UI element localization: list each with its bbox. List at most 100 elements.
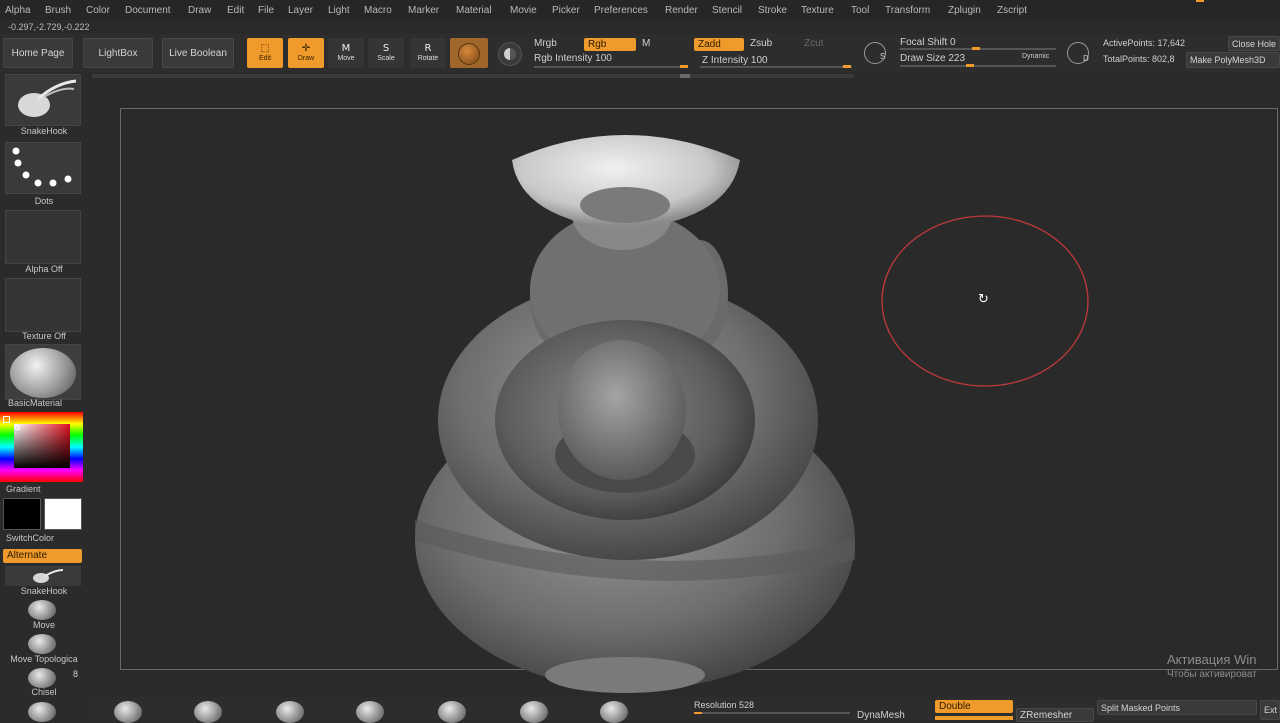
menu-zscript[interactable]: Zscript [997, 5, 1027, 16]
s-key-label: S [880, 52, 886, 61]
sculpt-model[interactable] [400, 120, 870, 700]
rgb-intensity-knob[interactable] [680, 65, 688, 68]
cursor-coordinates: -0.297,-2.729,-0.222 [8, 22, 90, 32]
focal-shift-knob[interactable] [972, 47, 980, 50]
close-holes-button[interactable]: Close Hole [1228, 36, 1280, 51]
scale-icon: S [382, 43, 390, 54]
focal-shift-label: Focal Shift 0 [900, 37, 956, 48]
menu-layer[interactable]: Layer [288, 5, 313, 16]
menu-document[interactable]: Document [125, 5, 171, 16]
edit-icon: ⬚ [260, 43, 270, 54]
dynamic-button[interactable]: Dynamic [1022, 53, 1049, 60]
draw-size-slider[interactable] [900, 65, 1056, 67]
menu-indicator [1196, 0, 1204, 2]
double-button[interactable]: Double [935, 700, 1013, 713]
menu-zplugin[interactable]: Zplugin [948, 5, 981, 16]
main-color-swatch[interactable] [44, 498, 82, 530]
menu-stencil[interactable]: Stencil [712, 5, 742, 16]
zsub-button[interactable]: Zsub [750, 38, 772, 49]
lightbox-button[interactable]: LightBox [83, 38, 153, 68]
resolution-slider[interactable] [694, 712, 850, 714]
chisel-brush-icon[interactable] [28, 668, 56, 688]
top-scrollbar-thumb[interactable] [680, 74, 690, 78]
gradient-label[interactable]: Gradient [0, 484, 94, 494]
color-picker[interactable] [0, 412, 83, 482]
menu-alpha[interactable]: Alpha [5, 5, 31, 16]
menu-picker[interactable]: Picker [552, 5, 580, 16]
menu-light[interactable]: Light [328, 5, 350, 16]
menu-transform[interactable]: Transform [885, 5, 930, 16]
home-page-button[interactable]: Home Page [3, 38, 73, 68]
texture-thumbnail[interactable] [5, 278, 81, 332]
chisel-label: Chisel [31, 687, 57, 697]
menu-tool[interactable]: Tool [851, 5, 869, 16]
menu-preferences[interactable]: Preferences [594, 5, 648, 16]
menu-brush[interactable]: Brush [45, 5, 71, 16]
switchcolor-button[interactable]: SwitchColor [0, 533, 94, 543]
move-brush-label: Move [32, 620, 55, 630]
menu-file[interactable]: File [258, 5, 274, 16]
mrgb-button[interactable]: Mrgb [534, 38, 557, 49]
menu-marker[interactable]: Marker [408, 5, 439, 16]
draw-mode-button[interactable]: ✛ Draw [288, 38, 324, 68]
edit-label: Edit [258, 55, 272, 62]
m-button[interactable]: M [642, 38, 650, 49]
alpha-thumbnail[interactable] [5, 210, 81, 264]
menu-movie[interactable]: Movie [510, 5, 537, 16]
alternate-button[interactable]: Alternate [3, 549, 82, 563]
move-mode-button[interactable]: M Move [328, 38, 364, 68]
draw-icon: ✛ [301, 43, 311, 54]
secondary-color-swatch[interactable] [3, 498, 41, 530]
double-button-base [935, 716, 1013, 720]
material-thumbnail[interactable] [5, 344, 81, 400]
activation-watermark-title: Активация Win [1167, 652, 1257, 667]
stroke-thumbnail[interactable] [5, 142, 81, 194]
menu-material[interactable]: Material [456, 5, 492, 16]
menu-draw[interactable]: Draw [188, 5, 211, 16]
split-masked-points-button[interactable]: Split Masked Points [1097, 700, 1257, 715]
live-boolean-button[interactable]: Live Boolean [162, 38, 234, 68]
menu-bar: Alpha Brush Color Document Draw Edit Fil… [0, 0, 1280, 20]
rotate-mode-button[interactable]: R Rotate [410, 38, 446, 68]
menu-stroke[interactable]: Stroke [758, 5, 787, 16]
make-polymesh3d-button[interactable]: Make PolyMesh3D [1186, 52, 1280, 68]
scale-mode-button[interactable]: S Scale [368, 38, 404, 68]
z-intensity-slider[interactable] [700, 66, 852, 68]
zadd-button[interactable]: Zadd [694, 38, 744, 51]
resolution-label: Resolution 528 [694, 700, 755, 710]
extract-button[interactable]: Ext [1260, 700, 1280, 720]
color-picker-handle[interactable] [3, 416, 10, 423]
dynamesh-button[interactable]: DynaMesh [857, 710, 905, 721]
menu-color[interactable]: Color [86, 5, 110, 16]
snakehook-brush-icon [18, 79, 77, 117]
resolution-fill [694, 712, 702, 714]
edit-mode-button[interactable]: ⬚ Edit [247, 38, 283, 68]
move-topological-brush-icon[interactable] [28, 634, 56, 654]
menu-render[interactable]: Render [665, 5, 698, 16]
brush-label: SnakeHook [20, 126, 68, 136]
brush-thumbnail[interactable] [5, 74, 81, 126]
color-swap-icon[interactable] [498, 42, 522, 66]
menu-edit[interactable]: Edit [227, 5, 244, 16]
brush-count-label: 8 [73, 669, 79, 679]
rotate-icon: R [424, 43, 432, 54]
menu-macro[interactable]: Macro [364, 5, 392, 16]
move-label: Move [337, 55, 355, 62]
z-intensity-knob[interactable] [843, 65, 851, 68]
move-icon: M [341, 43, 351, 54]
draw-label: Draw [297, 55, 315, 62]
color-picker-square[interactable] [14, 424, 70, 468]
rgb-intensity-slider[interactable] [534, 66, 684, 68]
scale-label: Scale [377, 55, 395, 62]
brush-icon[interactable] [28, 702, 56, 722]
zcut-button[interactable]: Zcut [804, 38, 823, 49]
draw-size-knob[interactable] [966, 64, 974, 67]
move-brush-icon[interactable] [28, 600, 56, 620]
rgb-button[interactable]: Rgb [584, 38, 636, 51]
menu-texture[interactable]: Texture [801, 5, 834, 16]
brush2-thumbnail[interactable] [5, 566, 81, 586]
material-swatch-button[interactable] [450, 38, 488, 68]
top-scrollbar[interactable] [92, 74, 854, 78]
color-picker-cursor[interactable] [15, 425, 20, 430]
rgb-intensity-label: Rgb Intensity 100 [534, 53, 612, 64]
